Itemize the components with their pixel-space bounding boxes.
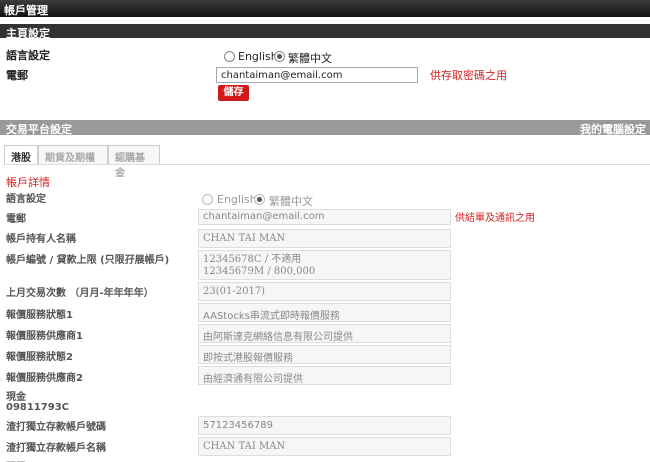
home-language-label: 語言設定: [6, 49, 50, 62]
trading-language-chinese-label: 繁體中文: [269, 195, 313, 208]
home-language-english-radio[interactable]: [224, 51, 235, 62]
trading-email-label: 電郵: [6, 214, 26, 225]
trading-email-hint: 供結單及通訊之用: [455, 213, 535, 224]
home-language-english-label[interactable]: English: [238, 50, 278, 63]
tab-futures-options[interactable]: 期貨及期權: [38, 145, 108, 165]
quote-provider-1-field: 由阿斯達克網絡信息有限公司提供: [198, 324, 451, 343]
home-settings-header: 主頁設定: [0, 24, 650, 40]
quote-status-1-field: AAStocks串流式即時報價服務: [198, 303, 451, 322]
trading-settings-header: 交易平台設定 我的電腦設定: [0, 120, 650, 137]
home-email-label: 電郵: [6, 69, 28, 82]
trading-settings-title: 交易平台設定: [6, 123, 72, 136]
account-number-line-1: 12345678C / 不適用: [203, 254, 302, 265]
trading-language-english-label: English: [217, 193, 257, 206]
account-number-line-2: 12345679M / 800,000: [203, 266, 316, 277]
quote-status-1-label: 報價服務狀態1: [6, 310, 73, 321]
tab-hk-stocks[interactable]: 港股: [4, 145, 38, 165]
tab-divider: [4, 164, 650, 165]
margin-label: 孖展: [6, 458, 26, 462]
my-computer-settings-link[interactable]: 我的電腦設定: [580, 121, 646, 137]
sc-account-number-field: 57123456789: [198, 416, 451, 435]
quote-status-2-field: 即按式港股報價服務: [198, 345, 451, 364]
sc-account-number-label: 渣打獨立存款帳戶號碼: [6, 422, 106, 433]
sc-account-name-label: 渣打獨立存款帳戶名稱: [6, 443, 106, 454]
home-email-input[interactable]: chantaiman@email.com: [216, 67, 418, 83]
tab-funds[interactable]: 認購基金: [108, 145, 160, 179]
account-number-label: 帳戶編號 / 貸款上限 (只限孖展帳戶): [6, 255, 170, 266]
trading-language-label: 語言設定: [6, 194, 46, 205]
last-month-trades-label: 上月交易次數 （月月-年年年年）: [6, 288, 154, 299]
last-month-trades-field: 23(01-2017): [198, 282, 451, 301]
account-holder-field: CHAN TAI MAN: [198, 229, 451, 248]
quote-status-2-label: 報價服務狀態2: [6, 352, 73, 363]
account-details-subheader: 帳戶詳情: [6, 176, 50, 189]
cash-account-number: 09811793C: [6, 402, 70, 413]
home-language-chinese-label[interactable]: 繁體中文: [288, 50, 332, 66]
cash-label: 現金: [6, 392, 26, 403]
window-title-bar: 帳戶管理: [0, 0, 650, 17]
quote-provider-2-field: 由經濟通有限公司提供: [198, 366, 451, 385]
sc-account-name-field: CHAN TAI MAN: [198, 437, 451, 456]
trading-language-english-radio: [202, 194, 213, 205]
account-number-field: 12345678C / 不適用 12345679M / 800,000: [198, 250, 451, 280]
home-language-chinese-radio[interactable]: [274, 51, 285, 62]
account-holder-label: 帳戶持有人名稱: [6, 234, 76, 245]
window-title: 帳戶管理: [4, 4, 48, 17]
save-button[interactable]: 儲存: [218, 85, 249, 101]
trading-language-chinese-radio: [254, 194, 265, 205]
quote-provider-2-label: 報價服務供應商2: [6, 373, 83, 384]
home-settings-title: 主頁設定: [6, 27, 50, 40]
quote-provider-1-label: 報價服務供應商1: [6, 331, 83, 342]
home-email-hint: 供存取密碼之用: [430, 69, 507, 82]
trading-email-field: chantaiman@email.com: [198, 209, 451, 225]
